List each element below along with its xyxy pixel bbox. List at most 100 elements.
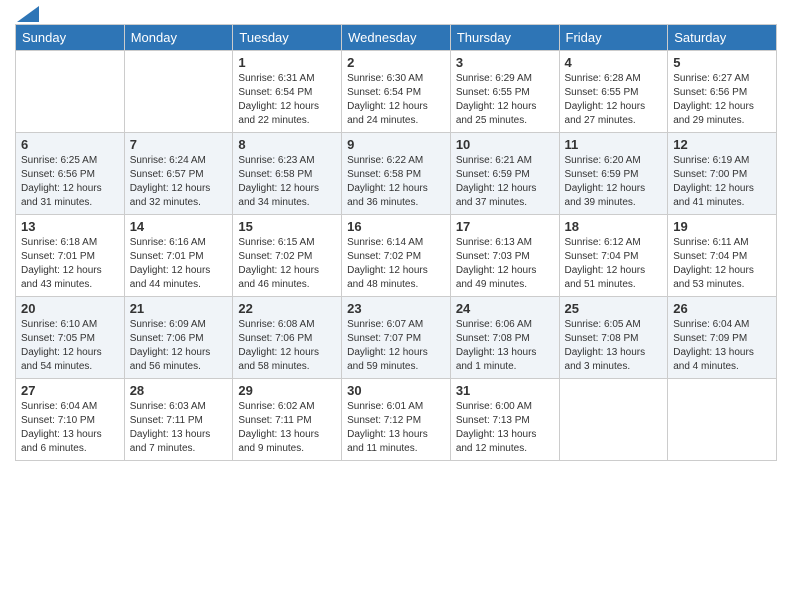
day-number: 19 [673, 219, 771, 234]
day-number: 2 [347, 55, 445, 70]
day-content: Sunrise: 6:02 AM Sunset: 7:11 PM Dayligh… [238, 400, 336, 456]
day-number: 25 [565, 301, 663, 316]
day-content: Sunrise: 6:30 AM Sunset: 6:54 PM Dayligh… [347, 72, 445, 128]
logo [15, 10, 39, 16]
day-number: 22 [238, 301, 336, 316]
calendar-cell: 24 Sunrise: 6:06 AM Sunset: 7:08 PM Dayli… [450, 297, 559, 379]
day-content: Sunrise: 6:09 AM Sunset: 7:06 PM Dayligh… [130, 318, 228, 374]
calendar-cell: 6 Sunrise: 6:25 AM Sunset: 6:56 PM Daylig… [16, 133, 125, 215]
calendar-cell: 22 Sunrise: 6:08 AM Sunset: 7:06 PM Dayli… [233, 297, 342, 379]
weekday-header: Saturday [668, 25, 777, 51]
day-content: Sunrise: 6:25 AM Sunset: 6:56 PM Dayligh… [21, 154, 119, 210]
calendar-cell: 3 Sunrise: 6:29 AM Sunset: 6:55 PM Daylig… [450, 51, 559, 133]
calendar-cell: 21 Sunrise: 6:09 AM Sunset: 7:06 PM Dayli… [124, 297, 233, 379]
day-number: 16 [347, 219, 445, 234]
weekday-header: Wednesday [342, 25, 451, 51]
day-content: Sunrise: 6:19 AM Sunset: 7:00 PM Dayligh… [673, 154, 771, 210]
calendar-cell: 4 Sunrise: 6:28 AM Sunset: 6:55 PM Daylig… [559, 51, 668, 133]
calendar-cell: 29 Sunrise: 6:02 AM Sunset: 7:11 PM Dayli… [233, 379, 342, 461]
page: SundayMondayTuesdayWednesdayThursdayFrid… [0, 0, 792, 612]
day-content: Sunrise: 6:15 AM Sunset: 7:02 PM Dayligh… [238, 236, 336, 292]
day-content: Sunrise: 6:06 AM Sunset: 7:08 PM Dayligh… [456, 318, 554, 374]
calendar-cell: 13Sunrise: 6:18 AM Sunset: 7:01 PM Dayli… [16, 215, 125, 297]
day-number: 26 [673, 301, 771, 316]
header-row: SundayMondayTuesdayWednesdayThursdayFrid… [16, 25, 777, 51]
day-content: Sunrise: 6:27 AM Sunset: 6:56 PM Dayligh… [673, 72, 771, 128]
day-number: 24 [456, 301, 554, 316]
day-content: Sunrise: 6:10 AM Sunset: 7:05 PM Dayligh… [21, 318, 119, 374]
day-number: 1 [238, 55, 336, 70]
day-content: Sunrise: 6:11 AM Sunset: 7:04 PM Dayligh… [673, 236, 771, 292]
day-number: 4 [565, 55, 663, 70]
calendar-week-row: 20Sunrise: 6:10 AM Sunset: 7:05 PM Dayli… [16, 297, 777, 379]
day-content: Sunrise: 6:21 AM Sunset: 6:59 PM Dayligh… [456, 154, 554, 210]
day-content: Sunrise: 6:24 AM Sunset: 6:57 PM Dayligh… [130, 154, 228, 210]
day-number: 12 [673, 137, 771, 152]
day-content: Sunrise: 6:14 AM Sunset: 7:02 PM Dayligh… [347, 236, 445, 292]
day-number: 8 [238, 137, 336, 152]
calendar-cell: 15 Sunrise: 6:15 AM Sunset: 7:02 PM Dayli… [233, 215, 342, 297]
calendar-cell: 20Sunrise: 6:10 AM Sunset: 7:05 PM Dayli… [16, 297, 125, 379]
day-content: Sunrise: 6:04 AM Sunset: 7:09 PM Dayligh… [673, 318, 771, 374]
calendar-cell: 26 Sunrise: 6:04 AM Sunset: 7:09 PM Dayli… [668, 297, 777, 379]
calendar-cell: 12 Sunrise: 6:19 AM Sunset: 7:00 PM Dayli… [668, 133, 777, 215]
calendar-cell: 18 Sunrise: 6:12 AM Sunset: 7:04 PM Dayli… [559, 215, 668, 297]
day-number: 9 [347, 137, 445, 152]
header [15, 10, 777, 16]
weekday-header: Monday [124, 25, 233, 51]
day-number: 5 [673, 55, 771, 70]
calendar-week-row: 6 Sunrise: 6:25 AM Sunset: 6:56 PM Daylig… [16, 133, 777, 215]
day-number: 7 [130, 137, 228, 152]
day-content: Sunrise: 6:13 AM Sunset: 7:03 PM Dayligh… [456, 236, 554, 292]
day-content: Sunrise: 6:01 AM Sunset: 7:12 PM Dayligh… [347, 400, 445, 456]
calendar-cell: 25Sunrise: 6:05 AM Sunset: 7:08 PM Dayli… [559, 297, 668, 379]
weekday-header: Friday [559, 25, 668, 51]
calendar-cell [124, 51, 233, 133]
day-number: 14 [130, 219, 228, 234]
day-content: Sunrise: 6:31 AM Sunset: 6:54 PM Dayligh… [238, 72, 336, 128]
day-number: 11 [565, 137, 663, 152]
calendar-table: SundayMondayTuesdayWednesdayThursdayFrid… [15, 24, 777, 461]
calendar-week-row: 1 Sunrise: 6:31 AM Sunset: 6:54 PM Daylig… [16, 51, 777, 133]
day-number: 17 [456, 219, 554, 234]
calendar-week-row: 27 Sunrise: 6:04 AM Sunset: 7:10 PM Dayli… [16, 379, 777, 461]
calendar-cell [668, 379, 777, 461]
calendar-cell: 8 Sunrise: 6:23 AM Sunset: 6:58 PM Daylig… [233, 133, 342, 215]
day-content: Sunrise: 6:08 AM Sunset: 7:06 PM Dayligh… [238, 318, 336, 374]
calendar-cell: 16 Sunrise: 6:14 AM Sunset: 7:02 PM Dayli… [342, 215, 451, 297]
day-content: Sunrise: 6:29 AM Sunset: 6:55 PM Dayligh… [456, 72, 554, 128]
calendar-cell: 9Sunrise: 6:22 AM Sunset: 6:58 PM Daylig… [342, 133, 451, 215]
day-content: Sunrise: 6:00 AM Sunset: 7:13 PM Dayligh… [456, 400, 554, 456]
day-content: Sunrise: 6:20 AM Sunset: 6:59 PM Dayligh… [565, 154, 663, 210]
day-number: 6 [21, 137, 119, 152]
day-content: Sunrise: 6:28 AM Sunset: 6:55 PM Dayligh… [565, 72, 663, 128]
weekday-header: Sunday [16, 25, 125, 51]
day-content: Sunrise: 6:12 AM Sunset: 7:04 PM Dayligh… [565, 236, 663, 292]
calendar-cell: 31Sunrise: 6:00 AM Sunset: 7:13 PM Dayli… [450, 379, 559, 461]
day-content: Sunrise: 6:16 AM Sunset: 7:01 PM Dayligh… [130, 236, 228, 292]
day-content: Sunrise: 6:04 AM Sunset: 7:10 PM Dayligh… [21, 400, 119, 456]
day-content: Sunrise: 6:07 AM Sunset: 7:07 PM Dayligh… [347, 318, 445, 374]
day-number: 27 [21, 383, 119, 398]
calendar-cell: 10 Sunrise: 6:21 AM Sunset: 6:59 PM Dayli… [450, 133, 559, 215]
day-number: 3 [456, 55, 554, 70]
day-number: 30 [347, 383, 445, 398]
calendar-cell: 28Sunrise: 6:03 AM Sunset: 7:11 PM Dayli… [124, 379, 233, 461]
day-number: 10 [456, 137, 554, 152]
calendar-week-row: 13Sunrise: 6:18 AM Sunset: 7:01 PM Dayli… [16, 215, 777, 297]
calendar-cell: 2 Sunrise: 6:30 AM Sunset: 6:54 PM Daylig… [342, 51, 451, 133]
day-number: 21 [130, 301, 228, 316]
calendar-cell: 11 Sunrise: 6:20 AM Sunset: 6:59 PM Dayli… [559, 133, 668, 215]
calendar-cell [16, 51, 125, 133]
calendar-cell: 19 Sunrise: 6:11 AM Sunset: 7:04 PM Dayli… [668, 215, 777, 297]
day-number: 29 [238, 383, 336, 398]
day-content: Sunrise: 6:03 AM Sunset: 7:11 PM Dayligh… [130, 400, 228, 456]
day-number: 13 [21, 219, 119, 234]
day-number: 23 [347, 301, 445, 316]
day-number: 18 [565, 219, 663, 234]
day-number: 15 [238, 219, 336, 234]
calendar-cell [559, 379, 668, 461]
logo-icon [17, 6, 39, 22]
calendar-cell: 1 Sunrise: 6:31 AM Sunset: 6:54 PM Daylig… [233, 51, 342, 133]
day-content: Sunrise: 6:23 AM Sunset: 6:58 PM Dayligh… [238, 154, 336, 210]
